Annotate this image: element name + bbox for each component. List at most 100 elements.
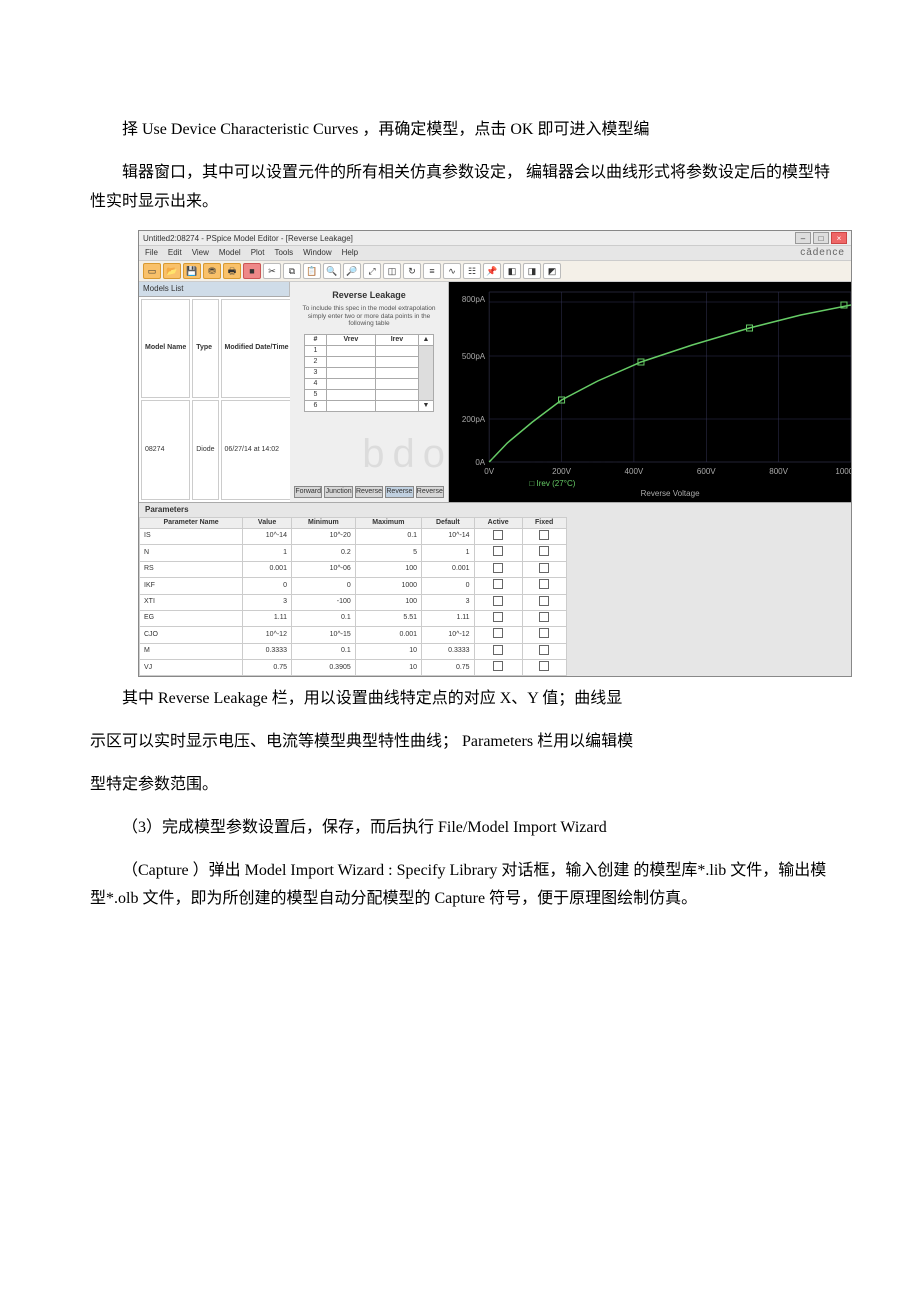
param-min[interactable]: 0.1 — [291, 610, 355, 626]
menu-help[interactable]: Help — [342, 248, 358, 258]
active-checkbox[interactable] — [493, 579, 503, 589]
param-max[interactable]: 100 — [355, 561, 421, 577]
param-value[interactable]: 0.75 — [243, 660, 292, 676]
param-def[interactable]: 0.001 — [422, 561, 475, 577]
param-max[interactable]: 0.001 — [355, 627, 421, 643]
param-def[interactable]: 3 — [422, 594, 475, 610]
parameters-table[interactable]: Parameter Name Value Minimum Maximum Def… — [139, 517, 851, 677]
param-def[interactable]: 0.3333 — [422, 643, 475, 659]
min-button[interactable]: – — [795, 232, 811, 244]
fixed-checkbox[interactable] — [539, 612, 549, 622]
tab-reverse2[interactable]: Reverse — [385, 486, 413, 498]
menu-model[interactable]: Model — [219, 248, 241, 258]
tb-zoomarea-icon[interactable]: ◫ — [383, 263, 401, 279]
tb-pin-icon[interactable]: 📌 — [483, 263, 501, 279]
active-checkbox[interactable] — [493, 563, 503, 573]
menu-file[interactable]: File — [145, 248, 158, 258]
tb-chart-icon[interactable]: ∿ — [443, 263, 461, 279]
param-name[interactable]: N — [140, 545, 243, 561]
fixed-checkbox[interactable] — [539, 530, 549, 540]
param-name[interactable]: IS — [140, 528, 243, 544]
fixed-checkbox[interactable] — [539, 661, 549, 671]
param-value[interactable]: 3 — [243, 594, 292, 610]
tb-grid-icon[interactable]: ☷ — [463, 263, 481, 279]
param-name[interactable]: M — [140, 643, 243, 659]
active-checkbox[interactable] — [493, 612, 503, 622]
tb-opt2-icon[interactable]: ◨ — [523, 263, 541, 279]
param-min[interactable]: 0.2 — [291, 545, 355, 561]
fixed-checkbox[interactable] — [539, 628, 549, 638]
param-name[interactable]: EG — [140, 610, 243, 626]
tb-paste-icon[interactable]: 📋 — [303, 263, 321, 279]
active-checkbox[interactable] — [493, 661, 503, 671]
param-def[interactable]: 10^-14 — [422, 528, 475, 544]
fixed-checkbox[interactable] — [539, 546, 549, 556]
param-value[interactable]: 0.3333 — [243, 643, 292, 659]
tb-opt1-icon[interactable]: ◧ — [503, 263, 521, 279]
tb-stop-icon[interactable]: ■ — [243, 263, 261, 279]
tb-open-icon[interactable]: 📂 — [163, 263, 181, 279]
param-min[interactable]: 0.1 — [291, 643, 355, 659]
tb-copy-icon[interactable]: ⧉ — [283, 263, 301, 279]
active-checkbox[interactable] — [493, 628, 503, 638]
menu-plot[interactable]: Plot — [251, 248, 265, 258]
param-max[interactable]: 0.1 — [355, 528, 421, 544]
param-max[interactable]: 5.51 — [355, 610, 421, 626]
param-def[interactable]: 0 — [422, 578, 475, 594]
tb-saveall-icon[interactable]: ⛃ — [203, 263, 221, 279]
param-name[interactable]: XTI — [140, 594, 243, 610]
param-value[interactable]: 1.11 — [243, 610, 292, 626]
tb-opt3-icon[interactable]: ◩ — [543, 263, 561, 279]
active-checkbox[interactable] — [493, 645, 503, 655]
max-button[interactable]: □ — [813, 232, 829, 244]
ml-name[interactable]: 08274 — [141, 400, 190, 500]
param-max[interactable]: 10 — [355, 660, 421, 676]
reverse-leakage-table[interactable]: # Vrev Irev ▲ 1 2 3 4 5 6▼ — [304, 334, 434, 412]
close-button[interactable]: × — [831, 232, 847, 244]
param-name[interactable]: RS — [140, 561, 243, 577]
param-min[interactable]: 0.3905 — [291, 660, 355, 676]
active-checkbox[interactable] — [493, 596, 503, 606]
fixed-checkbox[interactable] — [539, 596, 549, 606]
menu-window[interactable]: Window — [303, 248, 331, 258]
fixed-checkbox[interactable] — [539, 645, 549, 655]
tb-zoomfit-icon[interactable]: ⤢ — [363, 263, 381, 279]
param-max[interactable]: 10 — [355, 643, 421, 659]
tb-log-icon[interactable]: ≡ — [423, 263, 441, 279]
param-def[interactable]: 0.75 — [422, 660, 475, 676]
tb-zoomout-icon[interactable]: 🔎 — [343, 263, 361, 279]
menu-view[interactable]: View — [192, 248, 209, 258]
param-def[interactable]: 1 — [422, 545, 475, 561]
active-checkbox[interactable] — [493, 530, 503, 540]
tab-reverse1[interactable]: Reverse — [355, 486, 383, 498]
param-value[interactable]: 0 — [243, 578, 292, 594]
ml-type[interactable]: Diode — [192, 400, 218, 500]
fixed-checkbox[interactable] — [539, 579, 549, 589]
menu-edit[interactable]: Edit — [168, 248, 182, 258]
chart-area[interactable]: 800pA 500pA 200pA 0A 0V 200V 400V 600V 8… — [449, 282, 851, 502]
param-min[interactable]: 0 — [291, 578, 355, 594]
param-name[interactable]: VJ — [140, 660, 243, 676]
tab-forward[interactable]: Forward — [294, 486, 322, 498]
menu-tools[interactable]: Tools — [274, 248, 293, 258]
param-def[interactable]: 10^-12 — [422, 627, 475, 643]
param-name[interactable]: IKF — [140, 578, 243, 594]
tb-save-icon[interactable]: 💾 — [183, 263, 201, 279]
tb-zoomin-icon[interactable]: 🔍 — [323, 263, 341, 279]
param-min[interactable]: -100 — [291, 594, 355, 610]
param-name[interactable]: CJO — [140, 627, 243, 643]
param-min[interactable]: 10^-15 — [291, 627, 355, 643]
rl-scroll-down-icon[interactable]: ▼ — [419, 401, 434, 412]
active-checkbox[interactable] — [493, 546, 503, 556]
tb-cut-icon[interactable]: ✂ — [263, 263, 281, 279]
param-value[interactable]: 0.001 — [243, 561, 292, 577]
tb-print-icon[interactable]: 🖶 — [223, 263, 241, 279]
param-max[interactable]: 1000 — [355, 578, 421, 594]
fixed-checkbox[interactable] — [539, 563, 549, 573]
param-def[interactable]: 1.11 — [422, 610, 475, 626]
param-max[interactable]: 5 — [355, 545, 421, 561]
param-value[interactable]: 1 — [243, 545, 292, 561]
param-value[interactable]: 10^-14 — [243, 528, 292, 544]
tab-junction[interactable]: Junction — [324, 486, 352, 498]
ml-date[interactable]: 06/27/14 at 14:02 — [221, 400, 293, 500]
